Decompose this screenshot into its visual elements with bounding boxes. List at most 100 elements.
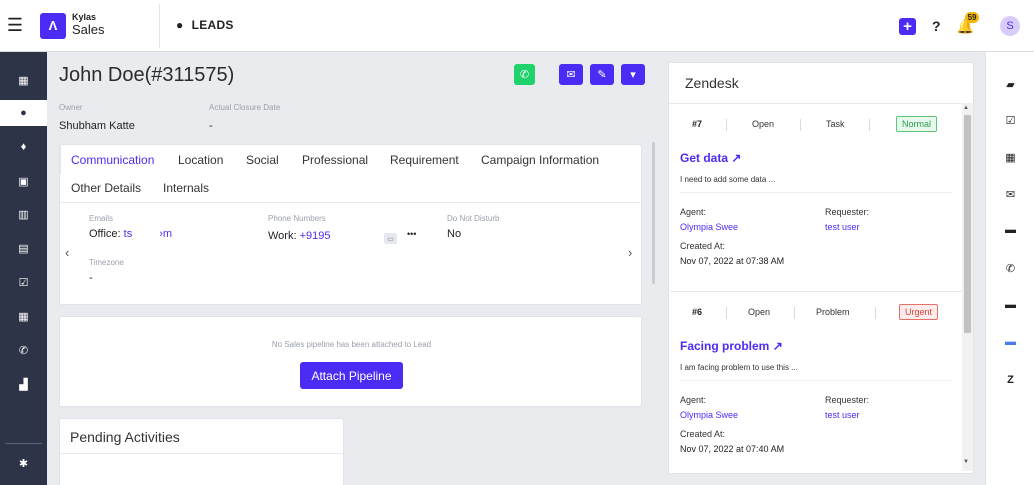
- priority-badge: Urgent: [899, 304, 939, 320]
- ticket-separator: [726, 119, 727, 131]
- notes-icon[interactable]: ▰: [986, 74, 1034, 94]
- scroll-down-arrow-icon[interactable]: ▼: [963, 459, 969, 465]
- attach-pipeline-button[interactable]: Attach Pipeline: [300, 362, 403, 389]
- right-rail: ▰ ☑ ▦ ✉ ▬ ✆ ▬ ▬ Z: [985, 52, 1034, 485]
- ticket-separator: [726, 307, 727, 319]
- ticket-separator: [794, 307, 795, 319]
- ticket-separator: [800, 119, 801, 131]
- help-icon[interactable]: ?: [932, 18, 941, 34]
- tab-communication[interactable]: Communication: [71, 153, 154, 167]
- tab-professional[interactable]: Professional: [302, 153, 368, 167]
- email-link-part2[interactable]: ›m: [159, 228, 172, 240]
- zendesk-scrollbar-thumb[interactable]: [964, 115, 971, 333]
- notification-bell-icon[interactable]: 🔔 59: [957, 11, 980, 35]
- requester-link[interactable]: test user: [825, 410, 860, 420]
- requester-label: Requester:: [825, 395, 870, 405]
- main-content: John Doe(#311575) ✆ ✉ ✎ ▾ Owner Shubham …: [47, 52, 657, 485]
- email-link-part1[interactable]: ts: [124, 228, 133, 240]
- created-label: Created At:: [680, 241, 726, 251]
- tab-other-details[interactable]: Other Details: [71, 181, 141, 195]
- chevron-left-icon[interactable]: ‹: [65, 245, 69, 260]
- chat-icon[interactable]: ▬: [986, 220, 1034, 240]
- ticket-card[interactable]: #7 Open Task Normal Get data ↗ I need to…: [670, 104, 962, 292]
- app-root: ☰ Ʌ Kylas Sales ● LEADS + ? 🔔 59 S ▦ ● ♦…: [0, 0, 1034, 485]
- kylas-logo[interactable]: Ʌ: [40, 12, 66, 39]
- notification-count-badge: 59: [964, 11, 980, 23]
- leads-nav-icon[interactable]: ●: [0, 100, 47, 126]
- user-avatar[interactable]: S: [1000, 16, 1020, 36]
- tab-campaign-information[interactable]: Campaign Information: [481, 153, 599, 167]
- timezone-label: Timezone: [89, 258, 124, 267]
- tabs-divider: [60, 202, 643, 203]
- folder-icon[interactable]: ▬: [986, 295, 1034, 315]
- agent-link[interactable]: Olympia Swee: [680, 410, 738, 420]
- edit-button[interactable]: ✎: [590, 64, 614, 85]
- agent-label: Agent:: [680, 395, 707, 405]
- external-link-icon: ↗: [772, 339, 783, 353]
- ticket-status: Open: [752, 119, 775, 129]
- more-actions-dropdown[interactable]: ▾: [621, 64, 645, 85]
- nav-divider: [5, 443, 42, 444]
- created-label: Created At:: [680, 429, 726, 439]
- messenger-icon[interactable]: ▬: [986, 332, 1034, 352]
- zendesk-icon[interactable]: Z: [986, 370, 1034, 390]
- brand: Kylas Sales: [72, 13, 105, 38]
- ticket-subject: Facing problem: [680, 339, 770, 353]
- tasks-icon[interactable]: ☑: [0, 269, 47, 295]
- calendar-icon[interactable]: ▦: [0, 303, 47, 329]
- top-bar: ☰ Ʌ Kylas Sales ● LEADS + ? 🔔 59 S: [0, 0, 1034, 52]
- main-scrollbar[interactable]: [652, 142, 655, 284]
- email-type: Office:: [89, 228, 124, 240]
- dashboard-icon[interactable]: ▦: [0, 67, 47, 93]
- pending-activities-title: Pending Activities: [70, 429, 180, 445]
- ticket-card[interactable]: #6 Open Problem Urgent Facing problem ↗ …: [670, 292, 962, 473]
- hamburger-icon[interactable]: ☰: [0, 0, 30, 52]
- tab-internals[interactable]: Internals: [163, 181, 209, 195]
- ticket-divider: [680, 380, 952, 381]
- email-icon[interactable]: ✉: [986, 184, 1034, 204]
- ticket-subject-link[interactable]: Facing problem ↗: [680, 339, 783, 353]
- phone-link[interactable]: +9195: [300, 230, 331, 242]
- contacts-icon[interactable]: ▣: [0, 168, 47, 194]
- agent-label: Agent:: [680, 207, 707, 217]
- timezone-value: -: [89, 272, 93, 284]
- calendar-icon[interactable]: ▦: [986, 147, 1034, 167]
- record-title: John Doe(#311575): [59, 64, 235, 86]
- deals-icon[interactable]: ♦: [0, 134, 47, 160]
- phone-icon[interactable]: ✆: [0, 337, 47, 363]
- email-button[interactable]: ✉: [559, 64, 583, 85]
- quick-add-button[interactable]: +: [899, 17, 916, 35]
- emails-label: Emails: [89, 214, 114, 223]
- tab-location[interactable]: Location: [178, 153, 223, 167]
- zendesk-panel: Zendesk #7 Open Task Normal Get data ↗ I…: [668, 62, 974, 474]
- ticket-separator: [875, 307, 876, 319]
- pipeline-card: No Sales pipeline has been attached to L…: [59, 316, 642, 407]
- pipeline-empty-message: No Sales pipeline has been attached to L…: [271, 340, 432, 349]
- task-icon[interactable]: ☑: [986, 110, 1034, 130]
- owner-label: Owner: [59, 103, 83, 112]
- products-icon[interactable]: ▤: [0, 235, 47, 261]
- zendesk-title: Zendesk: [685, 75, 739, 91]
- gear-icon[interactable]: ✱: [0, 450, 47, 476]
- phone-type: Work:: [268, 230, 300, 242]
- email-entry: Office: ts ›m: [89, 228, 172, 240]
- tab-social[interactable]: Social: [246, 153, 279, 167]
- copy-phone-icon[interactable]: ▭: [384, 233, 397, 244]
- chevron-right-icon[interactable]: ›: [628, 245, 632, 260]
- phone-more-icon[interactable]: •••: [407, 229, 416, 239]
- scroll-up-arrow-icon[interactable]: ▲: [963, 105, 969, 111]
- reports-icon[interactable]: ▟: [0, 371, 47, 397]
- ticket-separator: [869, 119, 870, 131]
- phone-icon[interactable]: ✆: [986, 258, 1034, 278]
- ticket-subject-link[interactable]: Get data ↗: [680, 151, 741, 165]
- tab-requirement[interactable]: Requirement: [390, 153, 459, 167]
- requester-link[interactable]: test user: [825, 222, 860, 232]
- company-icon[interactable]: ▥: [0, 201, 47, 227]
- ticket-description: I am facing problem to use this ...: [680, 363, 798, 372]
- ticket-type: Task: [826, 119, 845, 129]
- closure-date-label: Actual Closure Date: [209, 103, 281, 112]
- whatsapp-button[interactable]: ✆: [514, 64, 535, 85]
- agent-link[interactable]: Olympia Swee: [680, 222, 738, 232]
- pending-divider: [60, 453, 345, 454]
- user-icon: ●: [176, 18, 184, 32]
